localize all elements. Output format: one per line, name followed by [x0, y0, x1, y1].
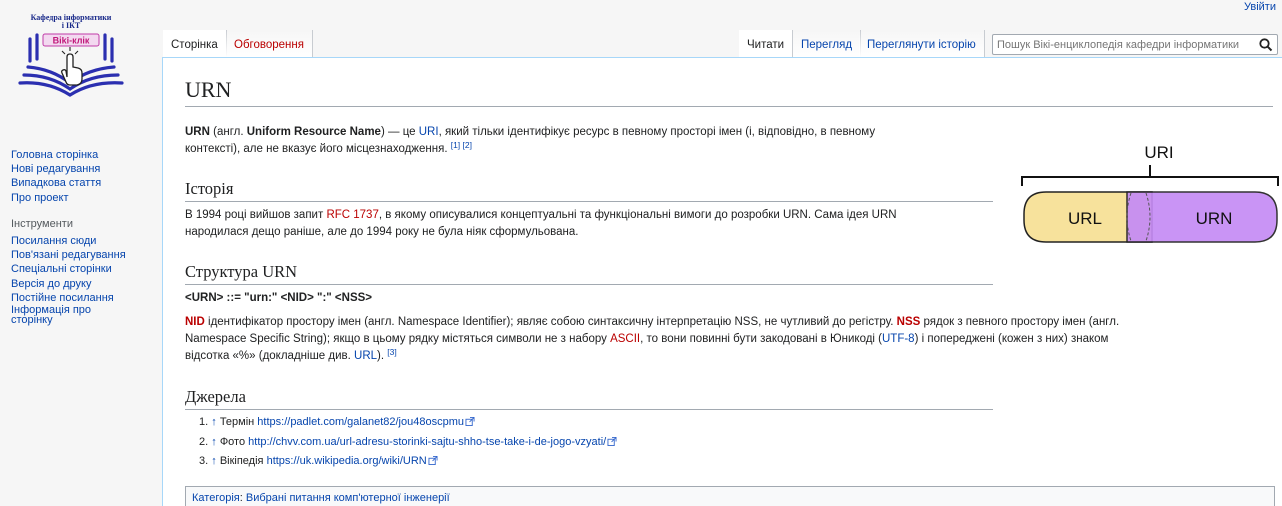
external-link-icon — [607, 436, 617, 446]
structure-text-2: рядок з певного простору імен (англ. — [920, 316, 1120, 328]
uri-link[interactable]: URI — [419, 126, 439, 138]
external-link-icon — [465, 417, 475, 426]
reference-label: Фото — [219, 435, 246, 448]
rfc-1737-link[interactable]: RFC 1737 — [326, 209, 378, 221]
reference-backlink[interactable]: ↑ — [211, 416, 217, 428]
category-links: Категорія: Вибрані питання комп'ютерної … — [185, 486, 1275, 506]
ref-link-1[interactable]: [1] — [451, 140, 460, 150]
ref-link-2[interactable]: [2] — [463, 140, 472, 150]
url-link[interactable]: URL — [354, 350, 377, 362]
history-text-1: В 1994 році вийшов запит — [185, 209, 327, 221]
sidebar-item-related-changes[interactable]: Пов'язані редагування — [11, 248, 151, 262]
reference-number: 2. — [199, 435, 209, 448]
logo-title-line2: і ІКТ — [61, 21, 81, 30]
reference-number: 3. — [199, 455, 209, 467]
history-paragraph: В 1994 році вийшов запит RFC 1737, в яко… — [185, 207, 1005, 241]
intro-paragraph: URN (англ. Uniform Resource Name) — це U… — [185, 124, 1005, 158]
tab-history[interactable]: Переглянути історію — [859, 30, 985, 57]
sidebar-item-main-page[interactable]: Головна сторінка — [11, 148, 151, 162]
reference-backlink[interactable]: ↑ — [211, 455, 217, 467]
category-item-link[interactable]: Вибрані питання комп'ютерної інженерії — [246, 492, 450, 504]
intro-text-1: (англ. — [209, 126, 247, 138]
structure-text-6: відсотка «%» (докладніше див. — [185, 350, 355, 362]
ascii-link[interactable]: ASCII — [610, 333, 640, 345]
nss-term: NSS — [896, 316, 921, 328]
reference-item: 3. ↑ Вікіпедія https://uk.wikipedia.org/… — [199, 452, 617, 472]
reference-label: Вікіпедія — [219, 455, 264, 467]
reference-item: 1. ↑ Термін https://padlet.com/galanet82… — [199, 413, 617, 433]
tab-discussion[interactable]: Обговорення — [226, 30, 313, 57]
structure-text-7: ). — [377, 350, 388, 362]
categories-link[interactable]: Категорія — [192, 492, 240, 504]
search-input[interactable] — [997, 35, 1251, 54]
structure-text-3: Namespace Specific String); якщо в цьому… — [185, 333, 611, 345]
history-text-2: , в якому описувалися концептуальні та ф… — [378, 209, 897, 221]
ref-link-3[interactable]: [3] — [387, 347, 396, 357]
urn-syntax: <URN> ::= "urn:" <NID> ":" <NSS> — [185, 292, 373, 304]
intro-text-3: , який тільки ідентифікує ресурс в певно… — [438, 126, 876, 138]
content-area: URN URN (англ. Uniform Resource Name) — … — [162, 57, 1282, 506]
sidebar-item-permanent-link[interactable]: Постійне посилання — [11, 291, 151, 305]
references-list: 1. ↑ Термін https://padlet.com/galanet82… — [199, 413, 617, 472]
structure-text-4: , то вони повинні бути закодовані в Юник… — [640, 333, 882, 345]
site-logo[interactable]: Кафедра інформатики і ІКТ Віki-клік — [12, 14, 144, 104]
sidebar-item-page-info[interactable]: Інформація про сторінку — [11, 305, 151, 327]
reference-url-link[interactable]: http://chvv.com.ua/url-adresu-storinki-s… — [248, 436, 606, 448]
reference-url-link[interactable]: https://uk.wikipedia.org/wiki/URN — [267, 455, 427, 467]
utf8-link[interactable]: UTF-8 — [882, 333, 915, 345]
diagram-uri-label: URI — [1144, 143, 1173, 162]
login-link[interactable]: Увійти — [1244, 1, 1276, 13]
sidebar-item-what-links-here[interactable]: Посилання сюди — [11, 234, 151, 248]
sidebar-item-printable-version[interactable]: Версія до друку — [11, 277, 151, 291]
diagram-urn-label: URN — [1196, 209, 1233, 228]
page-title: URN — [185, 76, 1273, 107]
nid-term: NID — [185, 316, 205, 328]
intro-bold-uniform-resource-name: Uniform Resource Name — [246, 126, 381, 138]
sidebar-item-page-info-line2: сторінку — [11, 314, 53, 327]
reference-item: 2. ↑ Фото http://chvv.com.ua/url-adresu-… — [199, 433, 617, 453]
reference-label: Термін — [219, 416, 255, 428]
intro-text-2: ) — це — [380, 126, 419, 138]
sidebar-tools-heading: Інструменти — [11, 217, 73, 230]
tab-page[interactable]: Сторінка — [163, 30, 227, 57]
sidebar: Головна сторінка Нові редагування Випадк… — [11, 148, 151, 327]
search-box — [992, 34, 1278, 55]
history-text-3: народилася дещо раніше, але до 1994 року… — [185, 226, 579, 238]
heading-history: Історія — [185, 178, 993, 202]
logo-badge-text: Віki-клік — [53, 36, 90, 46]
tab-read[interactable]: Читати — [739, 30, 794, 57]
uri-url-urn-diagram: URI URL URN — [1021, 143, 1279, 243]
reference-backlink[interactable]: ↑ — [211, 436, 217, 448]
intro-text-4: контексті), але не вказує його місцезнах… — [185, 143, 451, 155]
diagram-url-label: URL — [1068, 209, 1102, 228]
reference-url-link[interactable]: https://padlet.com/galanet82/jou48oscpmu — [257, 416, 464, 428]
heading-structure: Структура URN — [185, 261, 993, 285]
sidebar-item-about[interactable]: Про проект — [11, 191, 151, 205]
reference-number: 1. — [199, 416, 209, 428]
structure-paragraph: NID ідентифікатор простору імен (англ. N… — [185, 314, 1275, 365]
sidebar-item-random-page[interactable]: Випадкова стаття — [11, 176, 151, 190]
external-link-icon — [428, 456, 438, 465]
heading-sources: Джерела — [185, 386, 993, 410]
intro-bold-urn: URN — [185, 126, 210, 138]
sidebar-item-special-pages[interactable]: Спеціальні сторінки — [11, 262, 151, 276]
book-hand-logo-icon: Віki-клік — [18, 33, 124, 97]
sidebar-item-recent-changes[interactable]: Нові редагування — [11, 162, 151, 176]
search-icon[interactable] — [1258, 37, 1274, 53]
structure-text-5: ) і попереджені (кожен з них) знаком — [914, 333, 1109, 345]
structure-text-1: ідентифікатор простору імен (англ. Names… — [204, 316, 897, 328]
tab-view-source[interactable]: Перегляд — [793, 30, 862, 57]
